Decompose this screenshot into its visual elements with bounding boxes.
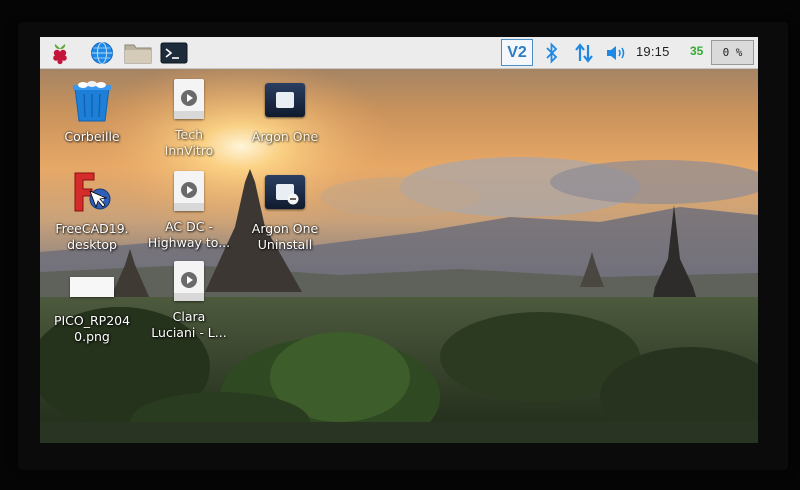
desktop-icon-label: Corbeille bbox=[64, 129, 120, 144]
desktop-icon-freecad[interactable]: FreeCAD19. desktop bbox=[42, 171, 142, 253]
top-panel: V2 19:15 35 0 % bbox=[40, 37, 758, 69]
bluetooth-button[interactable] bbox=[538, 40, 566, 66]
media-file-icon bbox=[167, 169, 211, 213]
cpu-usage-monitor[interactable]: 0 % bbox=[711, 40, 754, 65]
cpu-temperature: 35 bbox=[690, 44, 704, 58]
raspberry-menu-icon bbox=[53, 44, 67, 65]
desktop-icon-acdc[interactable]: AC DC - Highway to... bbox=[139, 169, 239, 251]
cpu-usage-value: 0 % bbox=[722, 46, 743, 59]
volume-button[interactable] bbox=[603, 40, 631, 66]
vnc-server-button[interactable]: V2 bbox=[501, 39, 533, 66]
network-button[interactable] bbox=[570, 40, 598, 66]
desktop-screen: V2 19:15 35 0 % Corbeille Tech InnVitro … bbox=[40, 37, 758, 443]
desktop-icon-argon-uninstall[interactable]: Argon One Uninstall bbox=[235, 171, 335, 253]
desktop-icon-label: Tech InnVitro bbox=[164, 127, 214, 158]
media-file-icon bbox=[167, 259, 211, 303]
image-file-icon bbox=[70, 263, 114, 307]
bluetooth-icon bbox=[546, 42, 558, 64]
freecad-icon bbox=[70, 171, 114, 215]
speaker-icon bbox=[607, 46, 625, 60]
desktop-icon-trash[interactable]: Corbeille bbox=[42, 79, 142, 145]
globe-icon bbox=[91, 42, 113, 64]
desktop-icon-label: AC DC - Highway to... bbox=[147, 219, 231, 250]
web-browser-button[interactable] bbox=[88, 40, 116, 66]
desktop-icon-pico-png[interactable]: PICO_RP204 0.png bbox=[42, 263, 142, 345]
trash-bin-icon bbox=[70, 79, 114, 123]
desktop-icon-label: PICO_RP204 0.png bbox=[53, 313, 131, 344]
media-file-icon bbox=[167, 77, 211, 121]
argon-one-icon bbox=[263, 79, 307, 123]
desktop-icon-label: FreeCAD19. desktop bbox=[55, 221, 129, 252]
terminal-icon bbox=[160, 42, 188, 64]
raspberry-menu-button[interactable] bbox=[46, 40, 74, 66]
folder-icon bbox=[124, 44, 152, 64]
vnc-label: V2 bbox=[507, 43, 527, 61]
desktop-icon-argon-one[interactable]: Argon One bbox=[235, 79, 335, 145]
network-arrows-icon bbox=[575, 43, 593, 63]
argon-uninstall-icon bbox=[263, 171, 307, 215]
desktop-icon-label: Argon One Uninstall bbox=[251, 221, 319, 252]
file-manager-button[interactable] bbox=[124, 40, 152, 66]
desktop-icon-label: Clara Luciani - L... bbox=[151, 309, 227, 340]
desktop-icon-tech-innvitro[interactable]: Tech InnVitro bbox=[139, 77, 239, 159]
panel-clock[interactable]: 19:15 bbox=[636, 44, 670, 59]
terminal-button[interactable] bbox=[160, 40, 188, 66]
desktop-icon-label: Argon One bbox=[251, 129, 319, 144]
desktop-icon-clara-luciani[interactable]: Clara Luciani - L... bbox=[139, 259, 239, 341]
